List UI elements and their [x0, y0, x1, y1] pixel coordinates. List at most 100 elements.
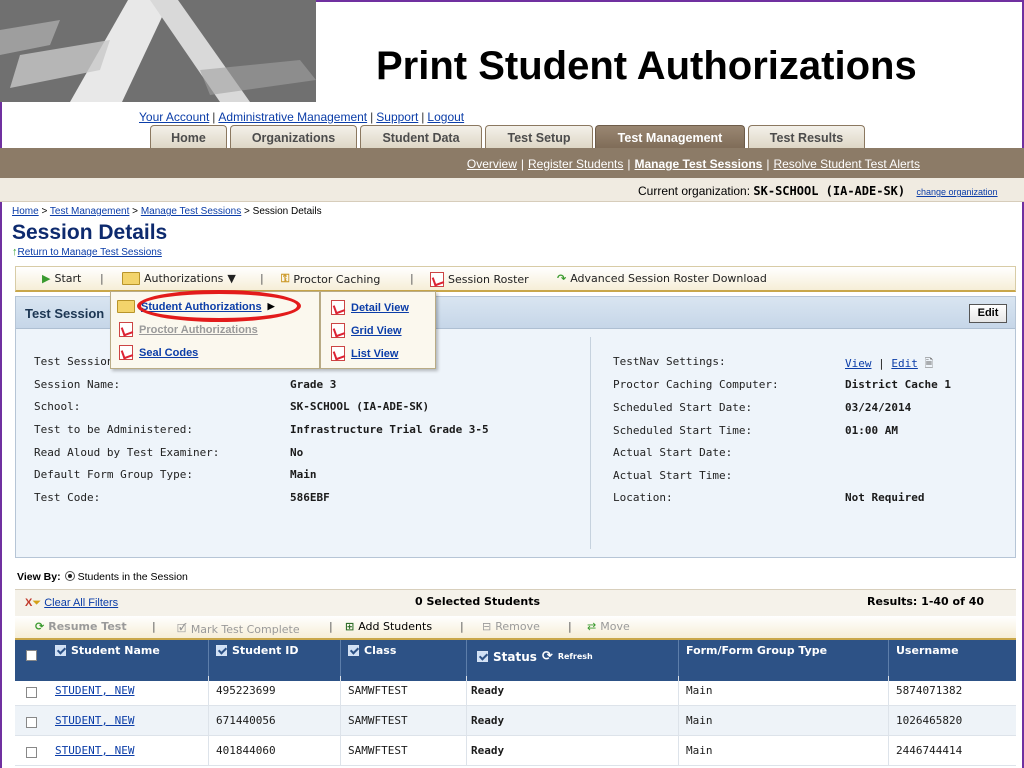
detail-label: Scheduled Start Time:: [613, 424, 753, 437]
header-label: Form/Form Group Type: [686, 644, 828, 657]
column-line: [466, 676, 467, 706]
highlight-oval: [137, 290, 301, 322]
slide-frame-left: [0, 0, 2, 768]
proctor-caching-icon: ⚿: [281, 272, 290, 285]
pdf-icon: [430, 272, 444, 287]
tab-test-setup[interactable]: Test Setup: [485, 125, 593, 149]
change-organization-link[interactable]: change organization: [916, 187, 997, 197]
proctor-caching-button[interactable]: ⚿ Proctor Caching: [281, 272, 380, 286]
column-checkbox[interactable]: [55, 645, 66, 656]
testnav-view-link[interactable]: View: [845, 357, 872, 370]
refresh-icon[interactable]: ⟳: [542, 649, 553, 664]
tab-organizations[interactable]: Organizations: [230, 125, 357, 149]
advanced-roster-download-button[interactable]: ↷ Advanced Session Roster Download: [557, 272, 767, 285]
header-class[interactable]: Class: [348, 644, 396, 657]
column-separator: [466, 640, 467, 681]
table-row[interactable]: STUDENT, NEW 401844060 SAMWFTEST Ready M…: [15, 736, 1016, 766]
breadcrumb-manage-test-sessions[interactable]: Manage Test Sessions: [141, 206, 241, 217]
cell-student-name: STUDENT, NEW: [55, 714, 134, 727]
filter-bar: X⏷ Clear All Filters 0 Selected Students…: [15, 589, 1016, 616]
mark-test-complete-button[interactable]: 🗹 Mark Test Complete: [177, 620, 300, 639]
detail-view-link[interactable]: Detail View: [351, 302, 409, 314]
student-name-link[interactable]: STUDENT, NEW: [55, 684, 134, 697]
support-link[interactable]: Support: [376, 110, 418, 124]
column-line: [340, 676, 341, 706]
header-form-group-type[interactable]: Form/Form Group Type: [686, 644, 827, 657]
tab-test-management[interactable]: Test Management: [595, 125, 745, 149]
tab-student-data[interactable]: Student Data: [360, 125, 482, 149]
session-roster-label: Session Roster: [448, 273, 529, 286]
student-name-link[interactable]: STUDENT, NEW: [55, 744, 134, 757]
logout-link[interactable]: Logout: [427, 110, 464, 124]
edit-button[interactable]: Edit: [969, 304, 1007, 323]
menu-item-list-view[interactable]: List View: [331, 346, 398, 361]
toolbar-separator: |: [410, 272, 414, 285]
cell-class: SAMWFTEST: [348, 744, 408, 757]
panel-title: Test Session: [25, 306, 105, 321]
authorizations-dropdown[interactable]: Authorizations ▼: [122, 272, 236, 285]
column-checkbox[interactable]: [477, 651, 488, 662]
detail-label: TestNav Settings:: [613, 355, 726, 368]
column-checkbox[interactable]: [348, 645, 359, 656]
pdf-icon: [119, 322, 133, 337]
select-all-checkbox[interactable]: [26, 650, 37, 661]
folder-icon: [122, 272, 140, 285]
table-row[interactable]: STUDENT, NEW 671440056 SAMWFTEST Ready M…: [15, 706, 1016, 736]
table-row[interactable]: STUDENT, NEW 495223699 SAMWFTEST Ready M…: [15, 676, 1016, 706]
resume-test-button[interactable]: ⟳ Resume Test: [35, 620, 127, 633]
header-username[interactable]: Username: [896, 644, 959, 657]
header-student-name[interactable]: Student Name: [55, 644, 160, 657]
column-line: [888, 706, 889, 736]
subnav-resolve-alerts[interactable]: Resolve Student Test Alerts: [773, 157, 920, 171]
pdf-icon: [331, 323, 345, 338]
column-line: [340, 706, 341, 736]
row-checkbox[interactable]: [26, 747, 37, 758]
seal-codes-link[interactable]: Seal Codes: [139, 347, 198, 359]
detail-label: Location:: [613, 491, 673, 504]
students-in-session-radio[interactable]: [64, 571, 75, 581]
org-value: SK-SCHOOL (IA-ADE-SK): [753, 184, 906, 198]
tab-test-results[interactable]: Test Results: [748, 125, 865, 149]
row-checkbox[interactable]: [26, 717, 37, 728]
document-icon: 🗎: [924, 357, 934, 370]
proctor-authorizations-link[interactable]: Proctor Authorizations: [139, 324, 258, 336]
view-by-option: Students in the Session: [77, 571, 188, 583]
header-status[interactable]: Status ⟳ Refresh: [477, 649, 593, 664]
remove-icon: ⊟: [482, 620, 492, 633]
move-button[interactable]: ⇄ Move: [587, 620, 630, 633]
session-roster-button[interactable]: Session Roster: [430, 272, 529, 287]
column-line: [678, 706, 679, 736]
detail-value: Main: [290, 468, 317, 481]
subnav-register-students[interactable]: Register Students: [528, 157, 623, 171]
subnav-overview[interactable]: Overview: [467, 157, 517, 171]
menu-item-grid-view[interactable]: Grid View: [331, 323, 402, 338]
header-student-id[interactable]: Student ID: [216, 644, 299, 657]
testnav-edit-link[interactable]: Edit: [891, 357, 918, 370]
administrative-management-link[interactable]: Administrative Management: [218, 110, 367, 124]
menu-item-detail-view[interactable]: Detail View: [331, 300, 409, 315]
cell-class: SAMWFTEST: [348, 684, 408, 697]
add-students-button[interactable]: ⊞ Add Students: [345, 620, 432, 633]
remove-button[interactable]: ⊟ Remove: [482, 620, 540, 633]
breadcrumb-test-management[interactable]: Test Management: [50, 206, 130, 217]
start-button[interactable]: ▶ Start: [42, 272, 81, 285]
breadcrumb-home[interactable]: Home: [12, 206, 39, 217]
refresh-label[interactable]: Refresh: [558, 652, 593, 661]
breadcrumb: Home > Test Management > Manage Test Ses…: [12, 206, 322, 217]
subnav-manage-test-sessions[interactable]: Manage Test Sessions: [635, 157, 763, 171]
list-view-link[interactable]: List View: [351, 348, 398, 360]
column-separator: [888, 640, 889, 681]
menu-item-proctor-authorizations[interactable]: Proctor Authorizations: [119, 322, 258, 337]
your-account-link[interactable]: Your Account: [139, 110, 209, 124]
menu-item-seal-codes[interactable]: Seal Codes: [119, 345, 198, 360]
grid-view-link[interactable]: Grid View: [351, 325, 402, 337]
results-count: Results: 1-40 of 40: [867, 595, 984, 608]
row-checkbox[interactable]: [26, 687, 37, 698]
detail-label: Actual Start Time:: [613, 469, 733, 482]
return-to-manage-sessions-link[interactable]: Return to Manage Test Sessions: [18, 247, 162, 258]
detail-label: School:: [34, 400, 81, 413]
column-checkbox[interactable]: [216, 645, 227, 656]
clear-all-filters-link[interactable]: Clear All Filters: [44, 597, 118, 609]
tab-home[interactable]: Home: [150, 125, 227, 149]
student-name-link[interactable]: STUDENT, NEW: [55, 714, 134, 727]
